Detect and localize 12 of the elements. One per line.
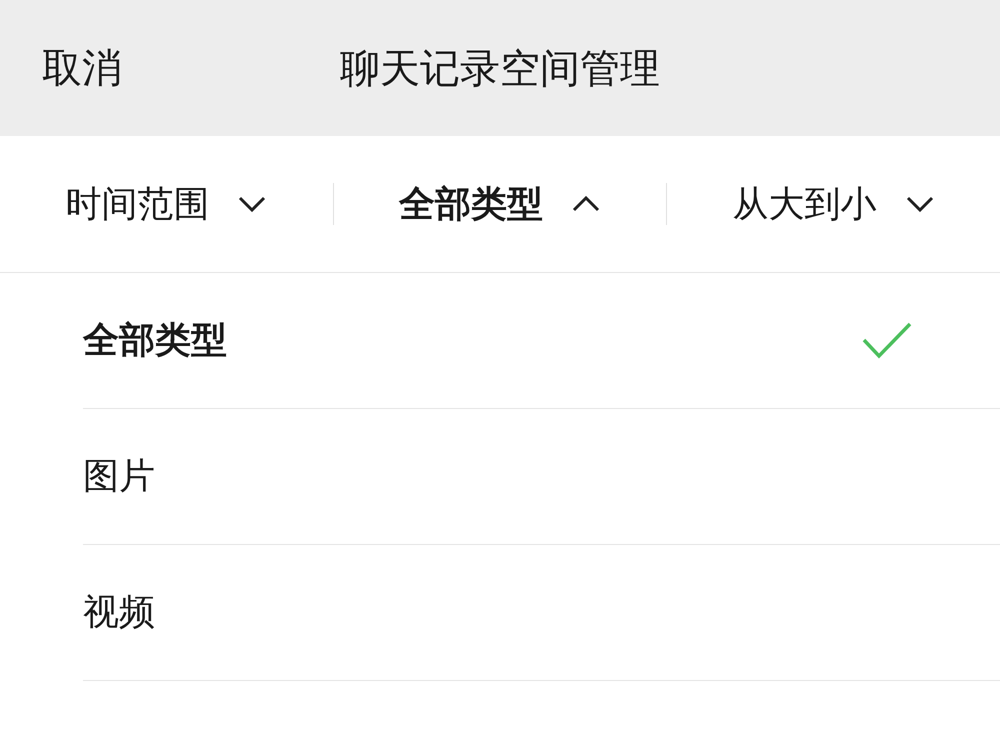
- chevron-down-icon: [904, 195, 935, 213]
- filter-dropdown[interactable]: 全部类型: [334, 136, 666, 272]
- chevron-down-icon: [237, 195, 268, 213]
- chevron-up-icon: [571, 195, 601, 213]
- filter-dropdown[interactable]: 时间范围: [0, 136, 333, 272]
- filter-dropdown[interactable]: 从大到小: [667, 136, 1000, 272]
- type-option[interactable]: 全部类型: [83, 273, 1000, 409]
- page-title: 聊天记录空间管理: [340, 44, 660, 94]
- type-option[interactable]: 图片: [83, 409, 1000, 545]
- checkmark-icon: [862, 322, 912, 360]
- type-option[interactable]: 视频: [83, 545, 1000, 681]
- cancel-button[interactable]: 取消: [42, 40, 122, 96]
